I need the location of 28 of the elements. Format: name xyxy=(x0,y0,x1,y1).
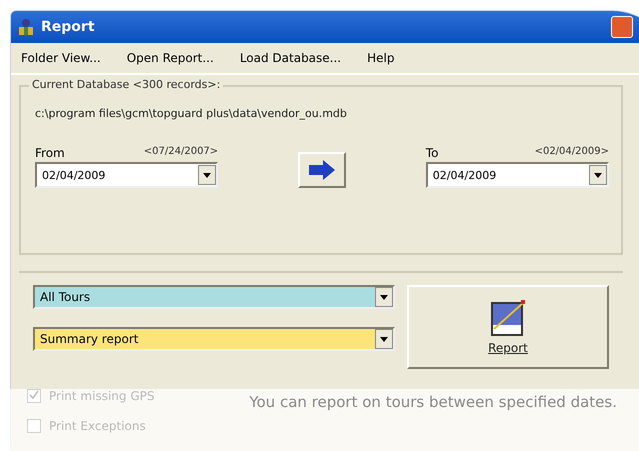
menu-item[interactable]: Help xyxy=(365,49,396,67)
database-path: c:\program files\gcm\topguard plus\data\vendor_ou.mdb xyxy=(35,107,348,120)
chart-icon xyxy=(490,299,526,337)
to-date-dropdown[interactable]: 02/04/2009 xyxy=(426,162,609,188)
menu-item[interactable]: Folder View... xyxy=(19,49,103,67)
close-button[interactable] xyxy=(611,16,633,38)
menu-item[interactable]: Open Report... xyxy=(124,49,216,67)
group-label: Current Database <300 records>: xyxy=(29,78,224,91)
app-icon xyxy=(17,18,35,36)
option-label: Print Exceptions xyxy=(49,419,146,433)
right-arrow-icon xyxy=(306,159,337,181)
dropdown-arrow-icon xyxy=(594,172,602,178)
menu-item[interactable]: Load Database... xyxy=(238,49,344,67)
tours-dropdown[interactable]: All Tours xyxy=(33,285,395,309)
from-date-dropdown[interactable]: 02/04/2009 xyxy=(35,162,218,188)
date-range-hint: <02/04/2009> xyxy=(534,146,609,159)
from-label: From xyxy=(35,146,65,160)
dropdown-arrow-icon xyxy=(380,294,388,300)
window-title: Report xyxy=(41,19,95,35)
report-type-dropdown[interactable]: Summary report xyxy=(33,327,395,351)
to-label: To xyxy=(426,146,438,160)
arrow-button[interactable] xyxy=(298,152,346,188)
dropdown-arrow-icon xyxy=(203,172,212,178)
dropdown-arrow-icon xyxy=(380,336,388,342)
report-button[interactable]: Report xyxy=(407,285,609,369)
option-label: Print missing GPS xyxy=(49,389,154,403)
date-range-hint: <07/24/2007> xyxy=(144,146,218,159)
caption: You can report on tours between specified dates. xyxy=(249,393,617,411)
